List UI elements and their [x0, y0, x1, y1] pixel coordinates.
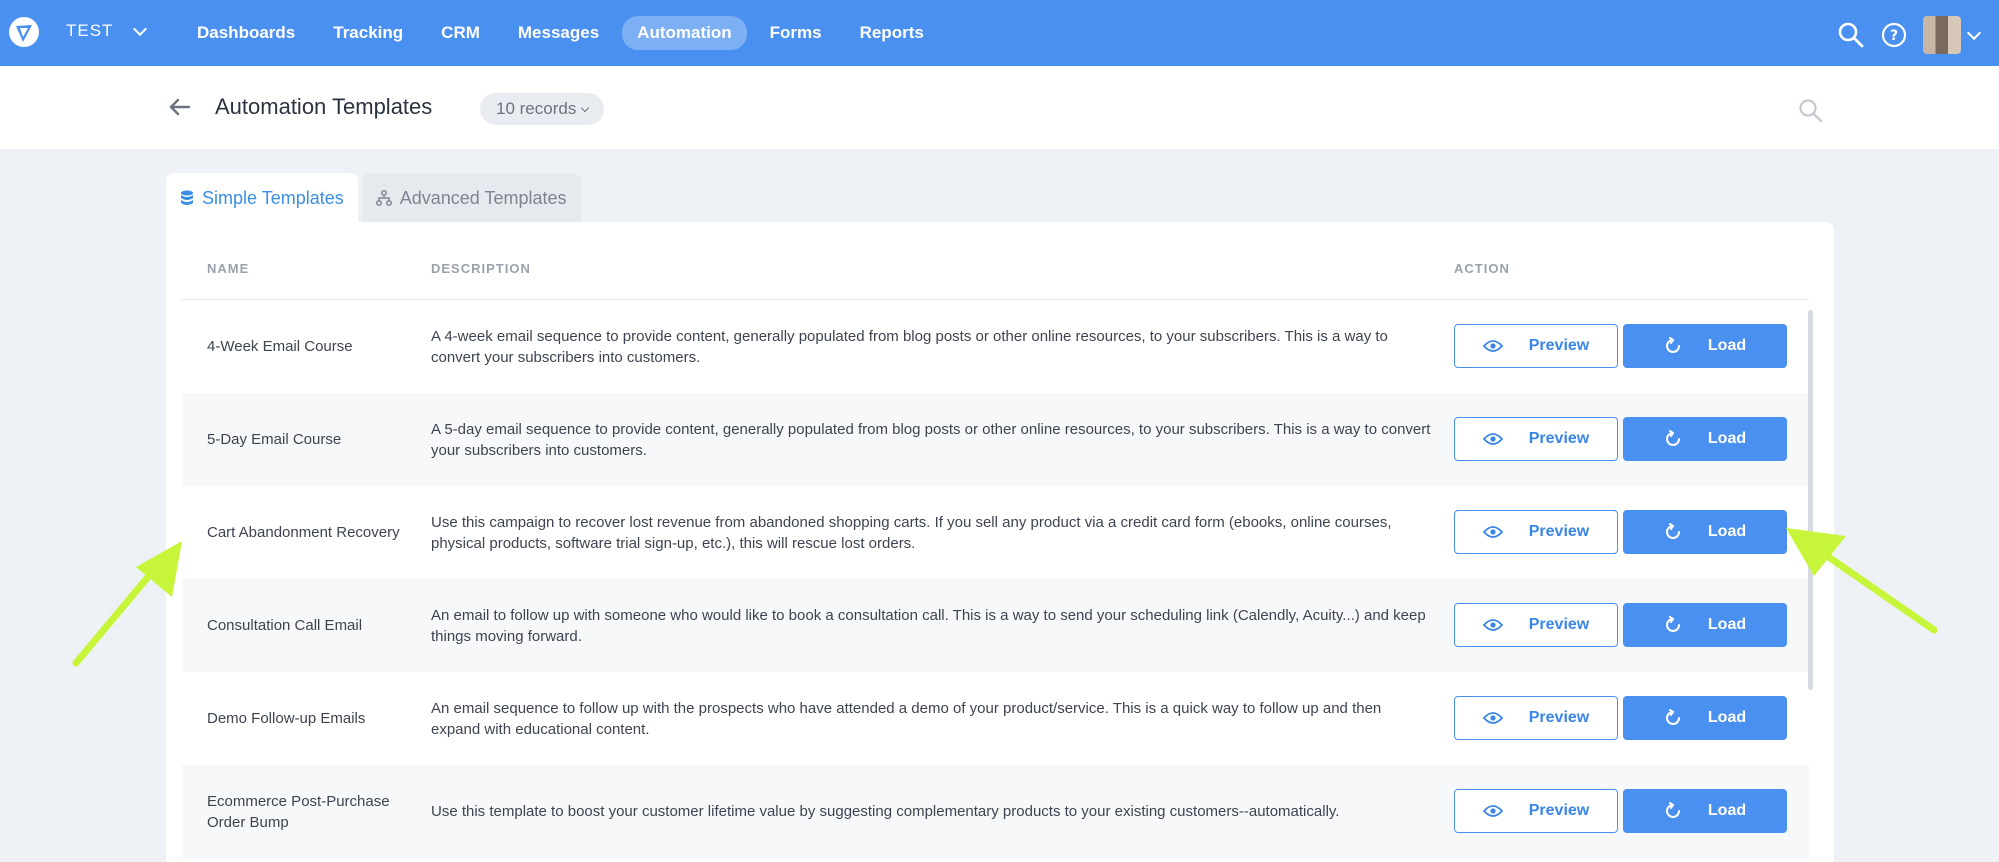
template-name: Demo Follow-up Emails [207, 710, 366, 727]
table-row: Cart Abandonment Recovery Use this campa… [182, 486, 1809, 579]
help-icon[interactable]: ? [1881, 22, 1907, 48]
template-name: Cart Abandonment Recovery [207, 524, 400, 541]
table-row: Demo Follow-up Emails An email sequence … [182, 672, 1809, 765]
table-row: 5-Day Email Course A 5-day email sequenc… [182, 393, 1809, 486]
tab-advanced-templates[interactable]: Advanced Templates [361, 173, 581, 223]
template-description: Use this template to boost your customer… [431, 803, 1340, 820]
preview-button[interactable]: Preview [1454, 789, 1618, 833]
refresh-icon [1665, 523, 1680, 539]
refresh-icon [1665, 430, 1680, 446]
templates-table: NAME DESCRIPTION ACTION 4-Week Email Cou… [166, 222, 1834, 862]
refresh-icon [1665, 709, 1680, 725]
account-switcher[interactable]: TEST [66, 21, 148, 41]
eye-icon [1482, 712, 1503, 724]
table-row: 4-Week Email Course A 4-week email seque… [182, 300, 1809, 393]
page-header: Automation Templates 10 records [0, 66, 1999, 149]
page-title: Automation Templates [215, 94, 433, 119]
table-row: Consultation Call Email An email to foll… [182, 579, 1809, 672]
template-name: 5-Day Email Course [207, 431, 342, 448]
main-menu: Dashboards Tracking CRM Messages Automat… [182, 16, 939, 50]
avatar [1923, 16, 1961, 54]
template-name: Ecommerce Post-Purchase Order Bump [207, 792, 390, 831]
refresh-icon [1665, 802, 1680, 818]
template-tabs: Simple Templates Advanced Templates [166, 173, 581, 223]
load-button[interactable]: Load [1623, 603, 1787, 647]
annotation-arrow-left [72, 541, 182, 667]
template-description: An email sequence to follow up with the … [431, 699, 1382, 738]
eye-icon [1482, 340, 1503, 352]
template-name: Consultation Call Email [207, 617, 363, 634]
load-button[interactable]: Load [1623, 324, 1787, 368]
table-header: NAME DESCRIPTION ACTION [182, 222, 1809, 300]
search-icon[interactable] [1837, 21, 1865, 49]
eye-icon [1482, 526, 1503, 538]
eye-icon [1482, 619, 1503, 631]
records-dropdown[interactable]: 10 records [480, 93, 605, 125]
refresh-icon [1665, 616, 1680, 632]
load-button[interactable]: Load [1623, 510, 1787, 554]
chevron-down-icon [133, 21, 148, 36]
column-header-description: DESCRIPTION [431, 261, 531, 276]
refresh-icon [1665, 337, 1680, 353]
template-name: 4-Week Email Course [207, 338, 353, 355]
brand-logo-icon[interactable] [8, 16, 40, 48]
eye-icon [1482, 805, 1503, 817]
annotation-arrow-right [1786, 528, 1938, 634]
svg-text:?: ? [1890, 28, 1898, 44]
preview-button[interactable]: Preview [1454, 417, 1618, 461]
records-count: 10 records [496, 99, 577, 118]
load-button[interactable]: Load [1623, 789, 1787, 833]
tab-label: Advanced Templates [399, 187, 567, 208]
nav-automation[interactable]: Automation [622, 16, 747, 50]
nav-crm[interactable]: CRM [426, 16, 495, 50]
user-menu[interactable] [1923, 16, 1982, 54]
nav-dashboards[interactable]: Dashboards [182, 16, 310, 50]
template-description: An email to follow up with someone who w… [431, 606, 1426, 645]
eye-icon [1482, 433, 1503, 445]
tab-simple-templates[interactable]: Simple Templates [166, 173, 358, 223]
column-header-action: ACTION [1454, 261, 1510, 276]
account-name: TEST [66, 21, 114, 40]
preview-button[interactable]: Preview [1454, 510, 1618, 554]
chevron-down-icon [1966, 25, 1982, 40]
nav-tracking[interactable]: Tracking [318, 16, 418, 50]
template-description: A 5-day email sequence to provide conten… [431, 420, 1431, 459]
sitemap-icon [375, 190, 392, 206]
preview-button[interactable]: Preview [1454, 324, 1618, 368]
table-body: 4-Week Email Course A 4-week email seque… [182, 300, 1809, 858]
database-icon [181, 190, 193, 205]
chevron-down-icon [581, 103, 590, 112]
search-icon[interactable] [1798, 98, 1824, 124]
table-row: Ecommerce Post-Purchase Order Bump Use t… [182, 765, 1809, 858]
back-arrow-icon[interactable] [168, 96, 192, 118]
nav-reports[interactable]: Reports [845, 16, 939, 50]
load-button[interactable]: Load [1623, 696, 1787, 740]
top-navbar: TEST Dashboards Tracking CRM Messages Au… [0, 0, 1999, 66]
preview-button[interactable]: Preview [1454, 696, 1618, 740]
tab-label: Simple Templates [202, 187, 344, 208]
nav-messages[interactable]: Messages [503, 16, 614, 50]
nav-forms[interactable]: Forms [755, 16, 837, 50]
column-header-name: NAME [207, 261, 250, 276]
load-button[interactable]: Load [1623, 417, 1787, 461]
nav-actions: ? [1837, 16, 1982, 54]
preview-button[interactable]: Preview [1454, 603, 1618, 647]
template-description: A 4-week email sequence to provide conte… [431, 327, 1388, 366]
template-description: Use this campaign to recover lost revenu… [431, 513, 1392, 552]
